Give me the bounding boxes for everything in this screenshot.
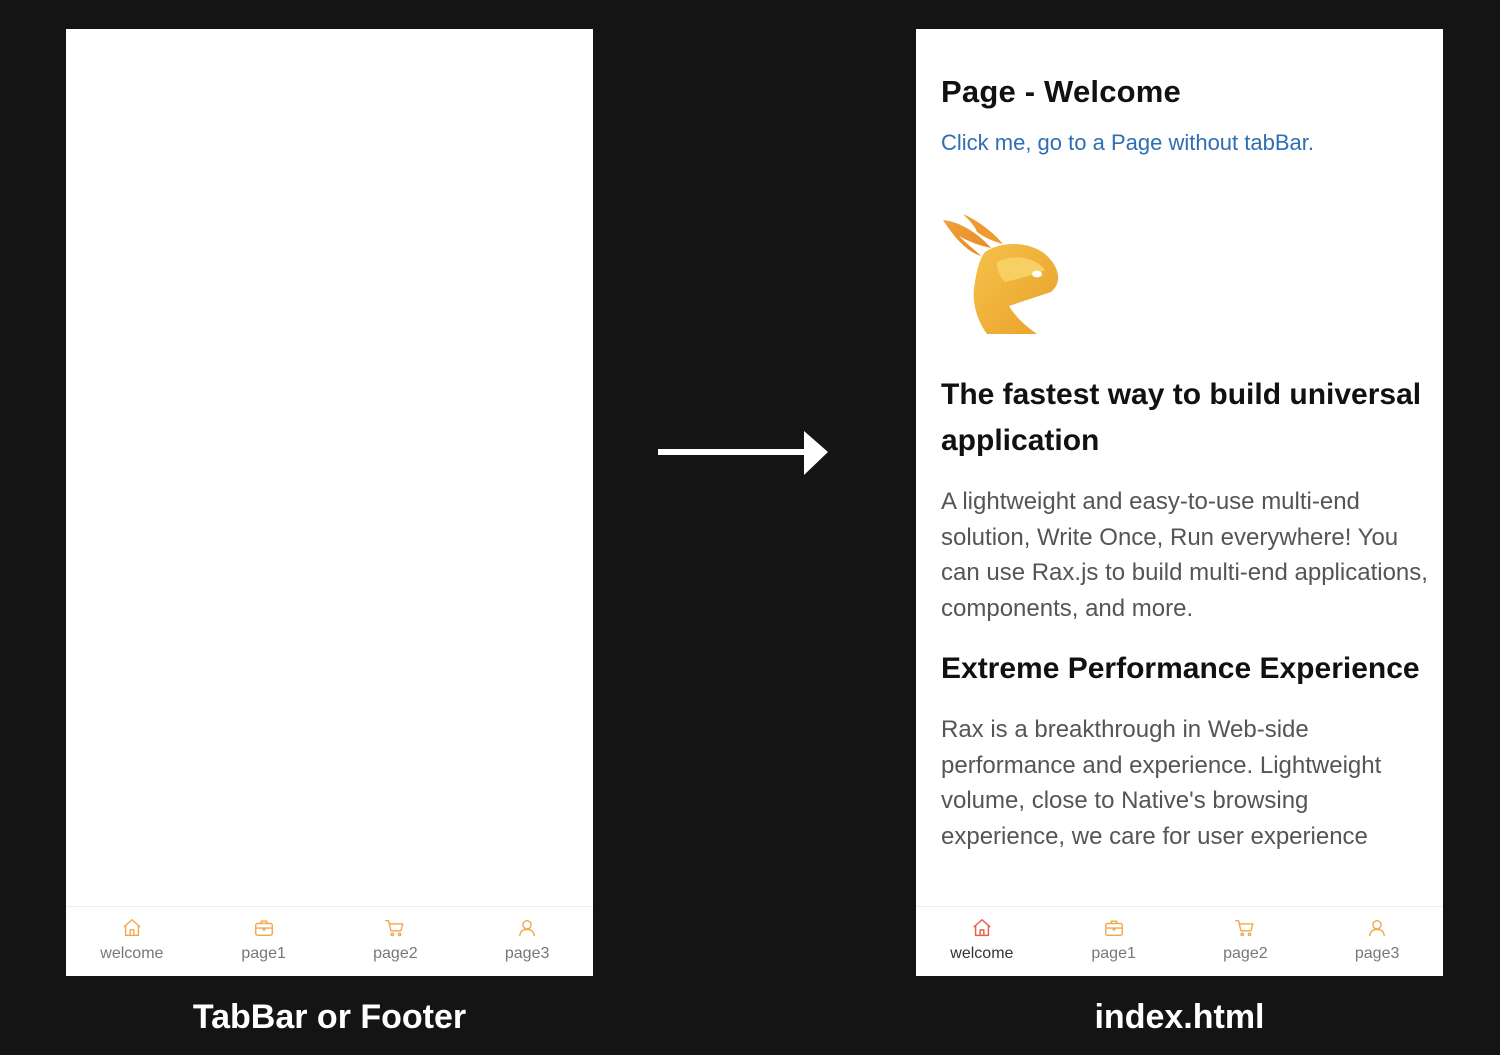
tabbar: welcome page1 page2 page3 xyxy=(916,906,1443,976)
page-title: Page - Welcome xyxy=(941,74,1181,109)
section-text: A lightweight and easy-to-use multi-end … xyxy=(941,488,1428,622)
phone-screen-index: Page - Welcome Click me, go to a Page wi… xyxy=(916,29,1443,976)
section-title: Extreme Performance Experience xyxy=(941,652,1420,685)
tab-label: welcome xyxy=(100,945,164,962)
arrow-right-icon xyxy=(658,431,828,475)
tab-welcome[interactable]: welcome xyxy=(916,907,1048,976)
section-text: Rax is a breakthrough in Web-side perfor… xyxy=(941,716,1382,850)
phone-screen-tabbar: welcome page1 page2 page3 xyxy=(66,29,593,976)
tab-label: page3 xyxy=(1354,945,1400,962)
tab-label: welcome xyxy=(950,945,1014,962)
section-title: The fastest way to build universal appli… xyxy=(941,378,1422,457)
tab-page2[interactable]: page2 xyxy=(1180,907,1312,976)
tab-label: page1 xyxy=(1091,945,1136,962)
tab-page3[interactable]: page3 xyxy=(1311,907,1443,976)
tab-page3[interactable]: page3 xyxy=(461,907,593,976)
tab-welcome[interactable]: welcome xyxy=(66,907,198,976)
tab-page2[interactable]: page2 xyxy=(330,907,462,976)
no-tabbar-page-link[interactable]: Click me, go to a Page without tabBar. xyxy=(941,130,1437,156)
home-icon xyxy=(971,917,993,939)
briefcase-icon xyxy=(253,917,275,939)
cart-icon xyxy=(384,917,406,939)
user-icon xyxy=(1366,917,1388,939)
page-content: Page - Welcome Click me, go to a Page wi… xyxy=(941,29,1437,854)
briefcase-icon xyxy=(1103,917,1125,939)
tab-page1[interactable]: page1 xyxy=(198,907,330,976)
caption-left: TabBar or Footer xyxy=(192,998,467,1036)
user-icon xyxy=(516,917,538,939)
tabbar: welcome page1 page2 page3 xyxy=(66,906,593,976)
home-icon xyxy=(121,917,143,939)
tab-label: page1 xyxy=(241,945,286,962)
tab-label: page2 xyxy=(373,945,418,962)
tab-label: page3 xyxy=(504,945,550,962)
caption-right: index.html xyxy=(1094,998,1265,1036)
tab-label: page2 xyxy=(1223,945,1268,962)
tab-page1[interactable]: page1 xyxy=(1048,907,1180,976)
cart-icon xyxy=(1234,917,1256,939)
rax-logo xyxy=(943,214,1059,334)
